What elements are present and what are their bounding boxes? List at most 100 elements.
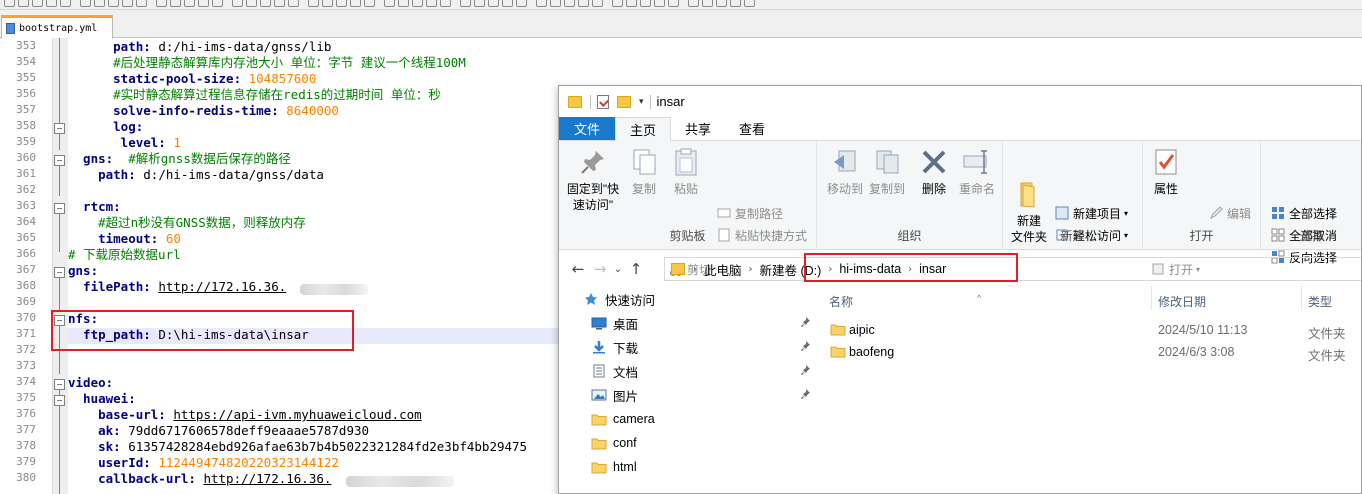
fold-toggle-icon[interactable]	[54, 203, 65, 214]
toolbar-button-icon[interactable]	[460, 0, 471, 7]
file-row[interactable]: baofeng 2024/6/3 3:08 文件夹	[817, 341, 1361, 363]
toolbar-button-icon[interactable]	[474, 0, 485, 7]
toolbar-button-icon[interactable]	[288, 0, 299, 7]
toolbar-button-icon[interactable]	[274, 0, 285, 7]
toolbar-button-icon[interactable]	[122, 0, 133, 7]
copy-button[interactable]: 复制	[627, 147, 661, 197]
toolbar-button-icon[interactable]	[232, 0, 243, 7]
toolbar-button-icon[interactable]	[516, 0, 527, 7]
toolbar-button-icon[interactable]	[702, 0, 713, 7]
toolbar-button-icon[interactable]	[564, 0, 575, 7]
toolbar-button-icon[interactable]	[170, 0, 181, 7]
nav-item[interactable]: html	[559, 456, 817, 478]
toolbar-button-icon[interactable]	[308, 0, 319, 7]
recent-dropdown-icon[interactable]: ⌄	[611, 264, 625, 275]
breadcrumb-this-pc[interactable]: 此电脑	[699, 260, 747, 279]
toolbar-button-icon[interactable]	[502, 0, 513, 7]
column-name[interactable]: 名称	[829, 293, 853, 310]
toolbar-button-icon[interactable]	[198, 0, 209, 7]
toolbar-button-icon[interactable]	[536, 0, 547, 7]
delete-button[interactable]: 删除	[917, 147, 951, 197]
toolbar-button-icon[interactable]	[654, 0, 665, 7]
back-arrow-icon[interactable]: ←	[567, 260, 589, 278]
fold-toggle-icon[interactable]	[54, 395, 65, 406]
toolbar-button-icon[interactable]	[668, 0, 679, 7]
toolbar-button-icon[interactable]	[212, 0, 223, 7]
toolbar-button-icon[interactable]	[578, 0, 589, 7]
nav-item[interactable]: 下载	[559, 336, 817, 358]
toolbar-button-icon[interactable]	[156, 0, 167, 7]
toolbar-button-icon[interactable]	[94, 0, 105, 7]
properties-icon[interactable]	[597, 94, 609, 109]
toolbar-button-icon[interactable]	[46, 0, 57, 7]
new-folder-icon[interactable]	[617, 95, 631, 108]
up-arrow-icon[interactable]: ↑	[625, 260, 647, 278]
toolbar-button-icon[interactable]	[550, 0, 561, 7]
customize-dropdown-icon[interactable]: ▾	[639, 97, 644, 107]
toolbar-button-icon[interactable]	[60, 0, 71, 7]
rename-button[interactable]: 重命名	[955, 147, 999, 197]
toolbar-button-icon[interactable]	[592, 0, 603, 7]
toolbar-button-icon[interactable]	[640, 0, 651, 7]
toolbar-button-icon[interactable]	[426, 0, 437, 7]
toolbar-button-icon[interactable]	[260, 0, 271, 7]
toolbar-button-icon[interactable]	[398, 0, 409, 7]
nav-item[interactable]: 桌面	[559, 312, 817, 334]
file-row[interactable]: aipic 2024/5/10 11:13 文件夹	[817, 319, 1361, 341]
tab-file[interactable]: 文件	[559, 117, 616, 140]
toolbar-button-icon[interactable]	[744, 0, 755, 7]
toolbar-button-icon[interactable]	[336, 0, 347, 7]
pin-icon[interactable]	[800, 389, 811, 402]
toolbar-button-icon[interactable]	[108, 0, 119, 7]
nav-item[interactable]: 图片	[559, 384, 817, 406]
fold-toggle-icon[interactable]	[54, 123, 65, 134]
tab-bootstrap-yml[interactable]: bootstrap.yml	[1, 15, 113, 39]
paste-button[interactable]: 粘贴	[669, 147, 703, 197]
move-to-button[interactable]: 移动到	[825, 147, 865, 197]
toolbar-button-icon[interactable]	[184, 0, 195, 7]
fold-toggle-icon[interactable]	[54, 155, 65, 166]
toolbar-button-icon[interactable]	[412, 0, 423, 7]
properties-button[interactable]: 属性	[1149, 147, 1183, 197]
column-divider[interactable]	[1151, 286, 1152, 310]
toolbar-button-icon[interactable]	[4, 0, 15, 7]
chevron-right-icon[interactable]: ›	[747, 264, 755, 275]
fold-toggle-icon[interactable]	[54, 267, 65, 278]
pin-icon[interactable]	[800, 317, 811, 330]
column-type[interactable]: 类型	[1308, 293, 1332, 310]
pin-icon[interactable]	[800, 365, 811, 378]
nav-item[interactable]: 文档	[559, 360, 817, 382]
toolbar-button-icon[interactable]	[440, 0, 451, 7]
toolbar-button-icon[interactable]	[688, 0, 699, 7]
code-line[interactable]: 355 static-pool-size: 104857600	[0, 70, 1362, 86]
select-all-button[interactable]: 全部选择	[1271, 203, 1337, 223]
toolbar-button-icon[interactable]	[612, 0, 623, 7]
toolbar-button-icon[interactable]	[136, 0, 147, 7]
code-line[interactable]: 353 path: d:/hi-ims-data/gnss/lib	[0, 38, 1362, 54]
edit-button[interactable]: 编辑	[1209, 203, 1251, 223]
toolbar-button-icon[interactable]	[246, 0, 257, 7]
pin-icon[interactable]	[800, 341, 811, 354]
pin-quick-access-button[interactable]: 固定到"快速访问"	[565, 147, 621, 213]
toolbar-button-icon[interactable]	[364, 0, 375, 7]
column-date[interactable]: 修改日期	[1158, 293, 1206, 310]
toolbar-button-icon[interactable]	[322, 0, 333, 7]
toolbar-button-icon[interactable]	[716, 0, 727, 7]
copy-to-button[interactable]: 复制到	[867, 147, 907, 197]
chevron-right-icon[interactable]: ›	[691, 264, 699, 275]
tab-share[interactable]: 共享	[671, 117, 725, 140]
toolbar-button-icon[interactable]	[350, 0, 361, 7]
code-line[interactable]: 354 #后处理静态解算库内存池大小 单位：字节 建议一个线程100M	[0, 54, 1362, 70]
fold-toggle-icon[interactable]	[54, 379, 65, 390]
nav-item[interactable]: 快速访问	[559, 288, 817, 310]
forward-arrow-icon[interactable]: →	[589, 260, 611, 278]
nav-item[interactable]: camera	[559, 408, 817, 430]
toolbar-button-icon[interactable]	[80, 0, 91, 7]
toolbar-button-icon[interactable]	[32, 0, 43, 7]
toolbar-button-icon[interactable]	[626, 0, 637, 7]
toolbar-button-icon[interactable]	[488, 0, 499, 7]
nav-item[interactable]: conf	[559, 432, 817, 454]
tab-home[interactable]: 主页	[615, 117, 672, 141]
tab-view[interactable]: 查看	[725, 117, 779, 140]
new-item-button[interactable]: 新建项目 ▾	[1055, 203, 1128, 223]
